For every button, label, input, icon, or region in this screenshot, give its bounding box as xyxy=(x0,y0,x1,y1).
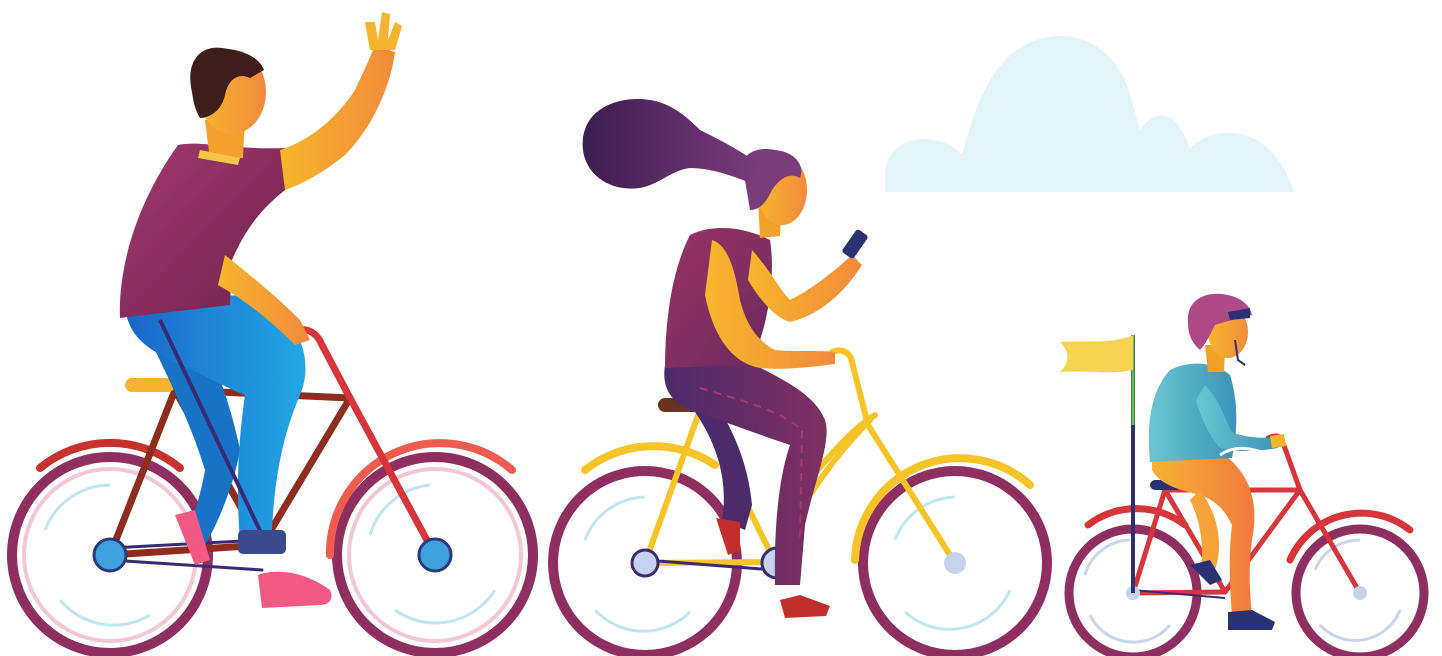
family-bike-ride-illustration xyxy=(7,12,1429,656)
father-front-hub xyxy=(417,537,453,573)
father-hand xyxy=(365,12,402,50)
father-cyclist xyxy=(7,12,538,656)
mother-flowing-hair xyxy=(582,99,760,189)
mother-front-shoe xyxy=(780,595,830,618)
child-front-hub xyxy=(1353,586,1367,600)
father-bike-seat xyxy=(125,378,175,392)
child-front-shoe xyxy=(1228,610,1275,630)
father-front-shoe xyxy=(258,571,332,608)
father-raised-arm xyxy=(280,45,395,190)
phone xyxy=(842,229,868,259)
child-hand xyxy=(1270,434,1286,448)
father-rear-hub xyxy=(92,537,128,573)
cloud xyxy=(885,35,1294,193)
mother-front-hub xyxy=(944,552,966,574)
mother-rear-hub xyxy=(630,548,660,578)
child-cyclist xyxy=(1060,293,1429,656)
